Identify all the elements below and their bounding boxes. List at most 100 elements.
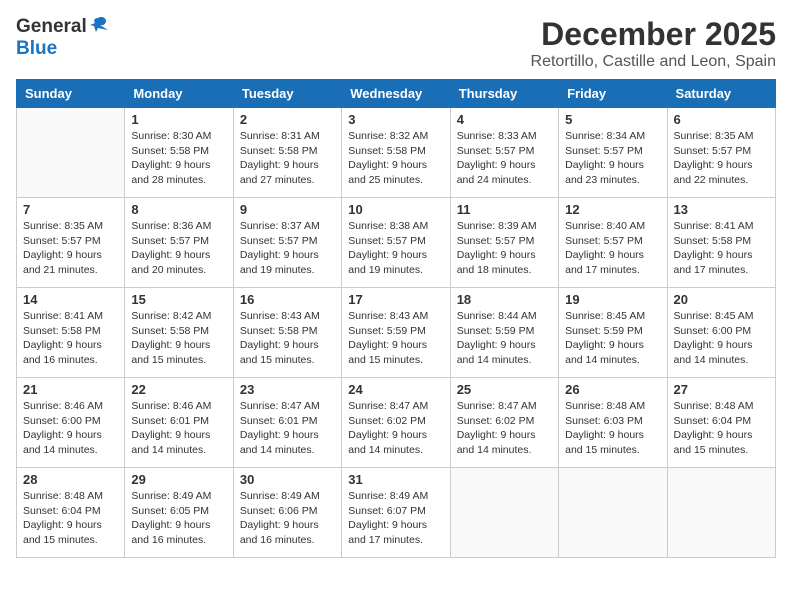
header-friday: Friday — [559, 80, 667, 108]
cell-info: Sunrise: 8:33 AM Sunset: 5:57 PM Dayligh… — [457, 129, 552, 188]
cell-info: Sunrise: 8:30 AM Sunset: 5:58 PM Dayligh… — [131, 129, 226, 188]
calendar-week-1: 1Sunrise: 8:30 AM Sunset: 5:58 PM Daylig… — [17, 108, 776, 198]
header-thursday: Thursday — [450, 80, 558, 108]
calendar-cell: 8 Sunrise: 8:36 AM Sunset: 5:57 PM Daylig… — [125, 198, 233, 288]
cell-info: Sunrise: 8:47 AM Sunset: 6:01 PM Dayligh… — [240, 399, 335, 458]
day-number: 22 — [131, 382, 226, 397]
calendar-cell: 28 Sunrise: 8:48 AM Sunset: 6:04 PM Dayli… — [17, 468, 125, 558]
calendar-cell: 13 Sunrise: 8:41 AM Sunset: 5:58 PM Dayli… — [667, 198, 775, 288]
header-wednesday: Wednesday — [342, 80, 450, 108]
calendar-cell: 15Sunrise: 8:42 AM Sunset: 5:58 PM Dayli… — [125, 288, 233, 378]
day-number: 7 — [23, 202, 118, 217]
cell-info: Sunrise: 8:43 AM Sunset: 5:59 PM Dayligh… — [348, 309, 443, 368]
calendar-cell: 1Sunrise: 8:30 AM Sunset: 5:58 PM Daylig… — [125, 108, 233, 198]
cell-info: Sunrise: 8:47 AM Sunset: 6:02 PM Dayligh… — [457, 399, 552, 458]
day-number: 27 — [674, 382, 769, 397]
day-number: 12 — [565, 202, 660, 217]
cell-info: Sunrise: 8:48 AM Sunset: 6:04 PM Dayligh… — [23, 489, 118, 548]
day-number: 11 — [457, 202, 552, 217]
cell-info: Sunrise: 8:45 AM Sunset: 6:00 PM Dayligh… — [674, 309, 769, 368]
day-number: 3 — [348, 112, 443, 127]
calendar-week-3: 14Sunrise: 8:41 AM Sunset: 5:58 PM Dayli… — [17, 288, 776, 378]
calendar-cell: 20 Sunrise: 8:45 AM Sunset: 6:00 PM Dayli… — [667, 288, 775, 378]
day-number: 16 — [240, 292, 335, 307]
calendar-cell: 12 Sunrise: 8:40 AM Sunset: 5:57 PM Dayli… — [559, 198, 667, 288]
header-saturday: Saturday — [667, 80, 775, 108]
day-number: 9 — [240, 202, 335, 217]
cell-info: Sunrise: 8:48 AM Sunset: 6:03 PM Dayligh… — [565, 399, 660, 458]
calendar-cell: 2Sunrise: 8:31 AM Sunset: 5:58 PM Daylig… — [233, 108, 341, 198]
day-number: 24 — [348, 382, 443, 397]
calendar-cell: 18Sunrise: 8:44 AM Sunset: 5:59 PM Dayli… — [450, 288, 558, 378]
calendar-cell: 19 Sunrise: 8:45 AM Sunset: 5:59 PM Dayli… — [559, 288, 667, 378]
calendar-cell: 31Sunrise: 8:49 AM Sunset: 6:07 PM Dayli… — [342, 468, 450, 558]
calendar-cell: 4 Sunrise: 8:33 AM Sunset: 5:57 PM Daylig… — [450, 108, 558, 198]
calendar-cell: 23 Sunrise: 8:47 AM Sunset: 6:01 PM Dayli… — [233, 378, 341, 468]
header-sunday: Sunday — [17, 80, 125, 108]
title-section: December 2025 Retortillo, Castille and L… — [531, 16, 776, 71]
day-number: 5 — [565, 112, 660, 127]
cell-info: Sunrise: 8:37 AM Sunset: 5:57 PM Dayligh… — [240, 219, 335, 278]
calendar-cell — [667, 468, 775, 558]
logo: General Blue — [16, 16, 108, 60]
cell-info: Sunrise: 8:45 AM Sunset: 5:59 PM Dayligh… — [565, 309, 660, 368]
day-number: 8 — [131, 202, 226, 217]
calendar-cell — [17, 108, 125, 198]
cell-info: Sunrise: 8:43 AM Sunset: 5:58 PM Dayligh… — [240, 309, 335, 368]
cell-info: Sunrise: 8:40 AM Sunset: 5:57 PM Dayligh… — [565, 219, 660, 278]
cell-info: Sunrise: 8:49 AM Sunset: 6:07 PM Dayligh… — [348, 489, 443, 548]
day-number: 28 — [23, 472, 118, 487]
calendar-cell: 3 Sunrise: 8:32 AM Sunset: 5:58 PM Daylig… — [342, 108, 450, 198]
day-number: 30 — [240, 472, 335, 487]
cell-info: Sunrise: 8:49 AM Sunset: 6:05 PM Dayligh… — [131, 489, 226, 548]
calendar-cell: 22 Sunrise: 8:46 AM Sunset: 6:01 PM Dayli… — [125, 378, 233, 468]
cell-info: Sunrise: 8:41 AM Sunset: 5:58 PM Dayligh… — [23, 309, 118, 368]
cell-info: Sunrise: 8:42 AM Sunset: 5:58 PM Dayligh… — [131, 309, 226, 368]
cell-info: Sunrise: 8:39 AM Sunset: 5:57 PM Dayligh… — [457, 219, 552, 278]
cell-info: Sunrise: 8:38 AM Sunset: 5:57 PM Dayligh… — [348, 219, 443, 278]
calendar-cell: 21 Sunrise: 8:46 AM Sunset: 6:00 PM Dayli… — [17, 378, 125, 468]
cell-info: Sunrise: 8:32 AM Sunset: 5:58 PM Dayligh… — [348, 129, 443, 188]
calendar-cell: 14Sunrise: 8:41 AM Sunset: 5:58 PM Dayli… — [17, 288, 125, 378]
day-number: 17 — [348, 292, 443, 307]
calendar-week-5: 28 Sunrise: 8:48 AM Sunset: 6:04 PM Dayli… — [17, 468, 776, 558]
location: Retortillo, Castille and Leon, Spain — [531, 53, 776, 71]
calendar-cell: 7 Sunrise: 8:35 AM Sunset: 5:57 PM Daylig… — [17, 198, 125, 288]
cell-info: Sunrise: 8:34 AM Sunset: 5:57 PM Dayligh… — [565, 129, 660, 188]
cell-info: Sunrise: 8:46 AM Sunset: 6:01 PM Dayligh… — [131, 399, 226, 458]
calendar-cell: 10 Sunrise: 8:38 AM Sunset: 5:57 PM Dayli… — [342, 198, 450, 288]
calendar-table: SundayMondayTuesdayWednesdayThursdayFrid… — [16, 79, 776, 558]
day-number: 26 — [565, 382, 660, 397]
cell-info: Sunrise: 8:41 AM Sunset: 5:58 PM Dayligh… — [674, 219, 769, 278]
day-number: 19 — [565, 292, 660, 307]
calendar-cell: 11 Sunrise: 8:39 AM Sunset: 5:57 PM Dayli… — [450, 198, 558, 288]
calendar-cell: 29 Sunrise: 8:49 AM Sunset: 6:05 PM Dayli… — [125, 468, 233, 558]
cell-info: Sunrise: 8:48 AM Sunset: 6:04 PM Dayligh… — [674, 399, 769, 458]
day-number: 23 — [240, 382, 335, 397]
day-number: 10 — [348, 202, 443, 217]
logo-blue: Blue — [16, 38, 57, 59]
cell-info: Sunrise: 8:46 AM Sunset: 6:00 PM Dayligh… — [23, 399, 118, 458]
day-number: 21 — [23, 382, 118, 397]
day-number: 29 — [131, 472, 226, 487]
calendar-cell: 26 Sunrise: 8:48 AM Sunset: 6:03 PM Dayli… — [559, 378, 667, 468]
cell-info: Sunrise: 8:36 AM Sunset: 5:57 PM Dayligh… — [131, 219, 226, 278]
calendar-cell: 24Sunrise: 8:47 AM Sunset: 6:02 PM Dayli… — [342, 378, 450, 468]
day-number: 20 — [674, 292, 769, 307]
calendar-cell: 25Sunrise: 8:47 AM Sunset: 6:02 PM Dayli… — [450, 378, 558, 468]
calendar-cell: 5 Sunrise: 8:34 AM Sunset: 5:57 PM Daylig… — [559, 108, 667, 198]
day-number: 4 — [457, 112, 552, 127]
day-number: 13 — [674, 202, 769, 217]
month-title: December 2025 — [531, 16, 776, 53]
calendar-header-row: SundayMondayTuesdayWednesdayThursdayFrid… — [17, 80, 776, 108]
cell-info: Sunrise: 8:35 AM Sunset: 5:57 PM Dayligh… — [23, 219, 118, 278]
calendar-cell: 30Sunrise: 8:49 AM Sunset: 6:06 PM Dayli… — [233, 468, 341, 558]
page-header: General Blue December 2025 Retortillo, C… — [16, 16, 776, 71]
header-tuesday: Tuesday — [233, 80, 341, 108]
header-monday: Monday — [125, 80, 233, 108]
calendar-cell — [450, 468, 558, 558]
calendar-week-4: 21 Sunrise: 8:46 AM Sunset: 6:00 PM Dayli… — [17, 378, 776, 468]
logo-general: General — [16, 16, 87, 38]
day-number: 18 — [457, 292, 552, 307]
calendar-week-2: 7 Sunrise: 8:35 AM Sunset: 5:57 PM Daylig… — [17, 198, 776, 288]
